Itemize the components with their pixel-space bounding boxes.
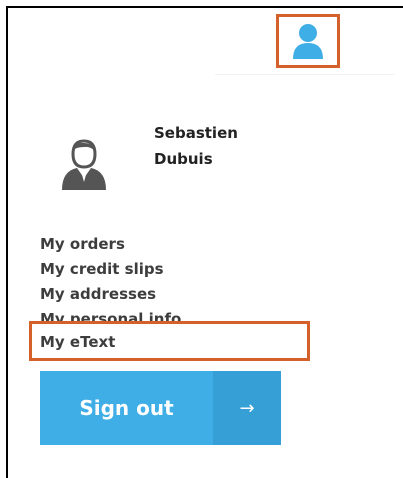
menu-item-addresses[interactable]: My addresses bbox=[40, 282, 181, 307]
header-divider bbox=[215, 74, 395, 75]
menu-item-etext[interactable]: My eText bbox=[40, 330, 115, 355]
user-avatar-icon bbox=[62, 139, 106, 190]
arrow-right-icon: → bbox=[213, 371, 281, 445]
user-icon bbox=[293, 24, 323, 59]
user-first-name: Sebastien bbox=[154, 124, 238, 142]
sign-out-button[interactable]: Sign out → bbox=[40, 371, 281, 445]
user-name: Sebastien Dubuis bbox=[154, 120, 274, 172]
menu-item-credit-slips[interactable]: My credit slips bbox=[40, 257, 181, 282]
menu-item-orders[interactable]: My orders bbox=[40, 232, 181, 257]
menu-item-etext-highlight: My eText bbox=[29, 321, 310, 361]
user-last-name: Dubuis bbox=[154, 150, 213, 168]
account-menu: My orders My credit slips My addresses M… bbox=[40, 232, 181, 321]
menu-item-personal-info[interactable]: My personal info bbox=[40, 307, 181, 321]
sign-out-label: Sign out bbox=[79, 396, 174, 420]
account-button[interactable] bbox=[276, 14, 340, 68]
